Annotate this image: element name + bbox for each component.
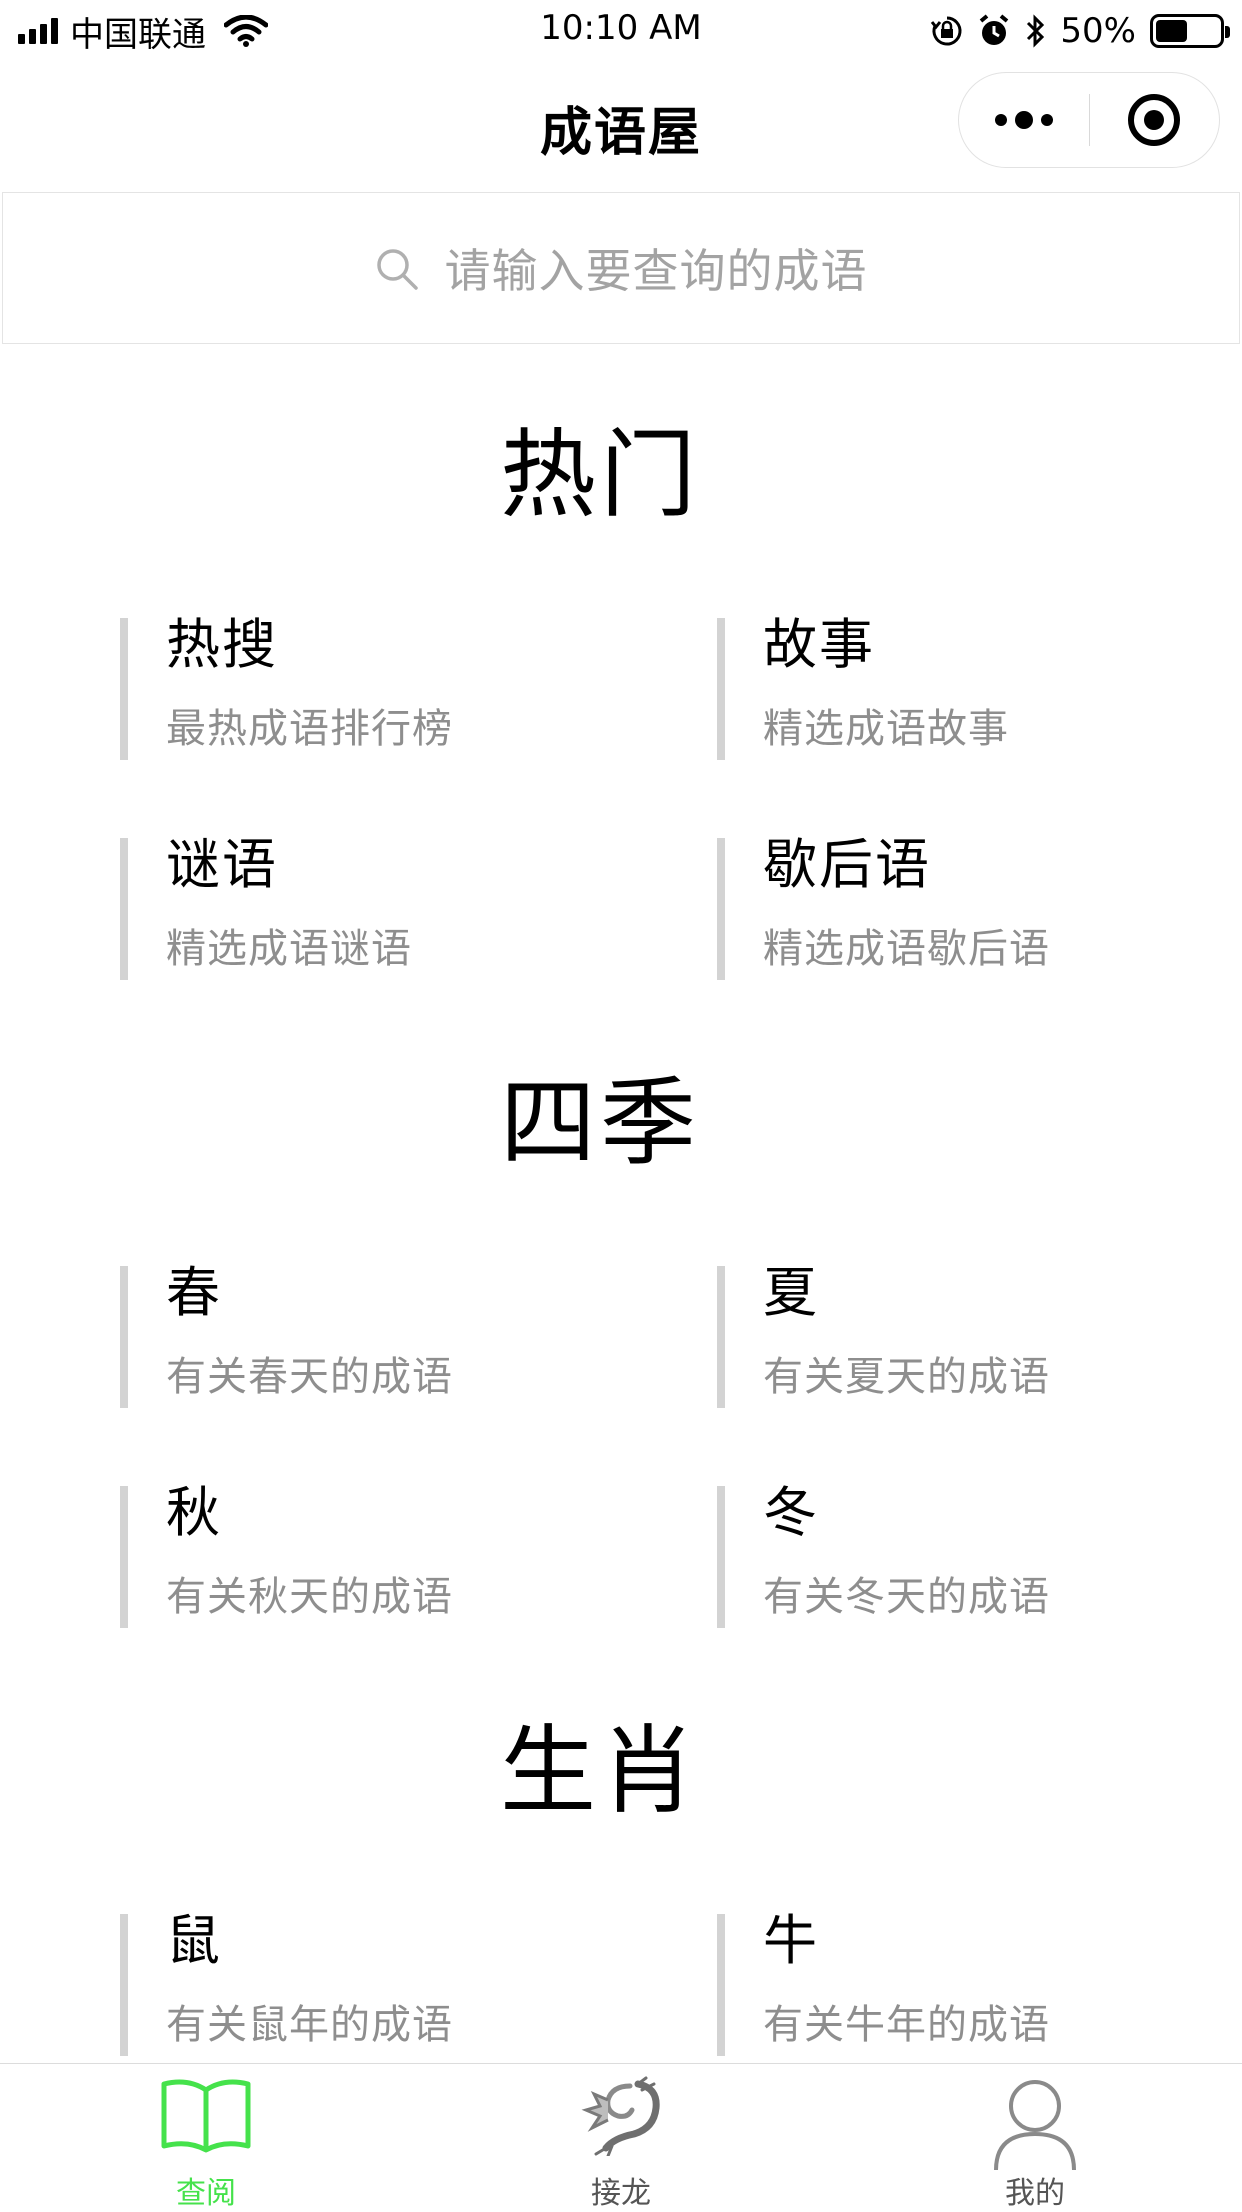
battery-fill: [1156, 20, 1187, 42]
section-title-seasons: 四季: [500, 1067, 700, 1179]
more-dot-icon: [994, 114, 1007, 126]
book-icon: [161, 2079, 251, 2153]
more-menu-button[interactable]: [959, 73, 1089, 167]
card-hot-search[interactable]: 热搜 最热成语排行榜: [120, 614, 540, 760]
tab-label: 接龙: [591, 2176, 651, 2211]
tab-bar: 查阅 接龙 我的: [0, 2063, 1242, 2211]
card-subtitle: 有关春天的成语: [166, 1354, 453, 1400]
search-placeholder: 请输入要查询的成语: [444, 244, 868, 298]
card-subtitle: 有关冬天的成语: [763, 1574, 1050, 1620]
card-subtitle: 有关夏天的成语: [763, 1354, 1050, 1400]
card-spring[interactable]: 春 有关春天的成语: [120, 1262, 540, 1408]
carrier-name: 中国联通: [70, 14, 206, 55]
card-title: 春: [166, 1261, 222, 1324]
bluetooth-icon: [1027, 14, 1045, 48]
card-autumn[interactable]: 秋 有关秋天的成语: [120, 1482, 540, 1628]
tab-label: 我的: [1005, 2176, 1065, 2211]
battery-percent: 50%: [1060, 11, 1136, 51]
status-right: 50%: [930, 10, 1230, 52]
tab-lookup[interactable]: 查阅: [86, 2064, 326, 2211]
card-title: 故事: [763, 613, 875, 676]
status-left: 中国联通: [18, 10, 268, 55]
section-title-zodiac: 生肖: [500, 1715, 700, 1827]
card-summer[interactable]: 夏 有关夏天的成语: [717, 1262, 1137, 1408]
card-title: 歇后语: [763, 833, 931, 896]
card-winter[interactable]: 冬 有关冬天的成语: [717, 1482, 1137, 1628]
close-mini-program-button[interactable]: [1090, 73, 1220, 167]
target-icon: [1128, 94, 1181, 146]
signal-strength-icon: [18, 18, 58, 44]
status-bar: 中国联通 10:10 AM 50%: [0, 0, 1242, 62]
card-subtitle: 有关秋天的成语: [166, 1574, 453, 1620]
wifi-icon: [224, 15, 268, 47]
more-dot-icon: [1040, 114, 1053, 126]
card-subtitle: 有关鼠年的成语: [166, 2002, 453, 2048]
tab-label: 查阅: [176, 2176, 236, 2211]
dragon-icon: [581, 2076, 660, 2156]
card-title: 谜语: [166, 833, 278, 896]
card-ox[interactable]: 牛 有关牛年的成语: [717, 1910, 1137, 2056]
card-title: 热搜: [166, 613, 278, 676]
card-rat[interactable]: 鼠 有关鼠年的成语: [120, 1910, 540, 2056]
card-subtitle: 精选成语歇后语: [763, 926, 1050, 972]
card-title: 牛: [763, 1909, 819, 1972]
card-title: 夏: [763, 1261, 819, 1324]
card-subtitle: 有关牛年的成语: [763, 2002, 1050, 2048]
user-icon: [994, 2080, 1076, 2171]
battery-icon: [1150, 14, 1230, 48]
card-subtitle: 最热成语排行榜: [166, 706, 453, 752]
search-bar[interactable]: 请输入要查询的成语: [2, 192, 1240, 344]
card-title: 鼠: [166, 1909, 222, 1972]
more-dot-icon: [1014, 111, 1033, 129]
navigation-bar: 成语屋: [0, 62, 1242, 190]
alarm-icon: [980, 14, 1009, 45]
card-xiehouyu[interactable]: 歇后语 精选成语歇后语: [717, 834, 1137, 980]
rotation-lock-icon: [931, 16, 962, 46]
card-stories[interactable]: 故事 精选成语故事: [717, 614, 1137, 760]
card-title: 冬: [763, 1481, 819, 1544]
tab-chain[interactable]: 接龙: [501, 2064, 741, 2211]
card-subtitle: 精选成语故事: [763, 706, 1009, 752]
section-title-hot: 热门: [500, 419, 700, 531]
card-riddles[interactable]: 谜语 精选成语谜语: [120, 834, 540, 980]
tab-mine[interactable]: 我的: [915, 2064, 1155, 2211]
card-title: 秋: [166, 1481, 222, 1544]
card-subtitle: 精选成语谜语: [166, 926, 412, 972]
mini-program-capsule: [958, 72, 1220, 168]
search-icon: [376, 249, 418, 290]
